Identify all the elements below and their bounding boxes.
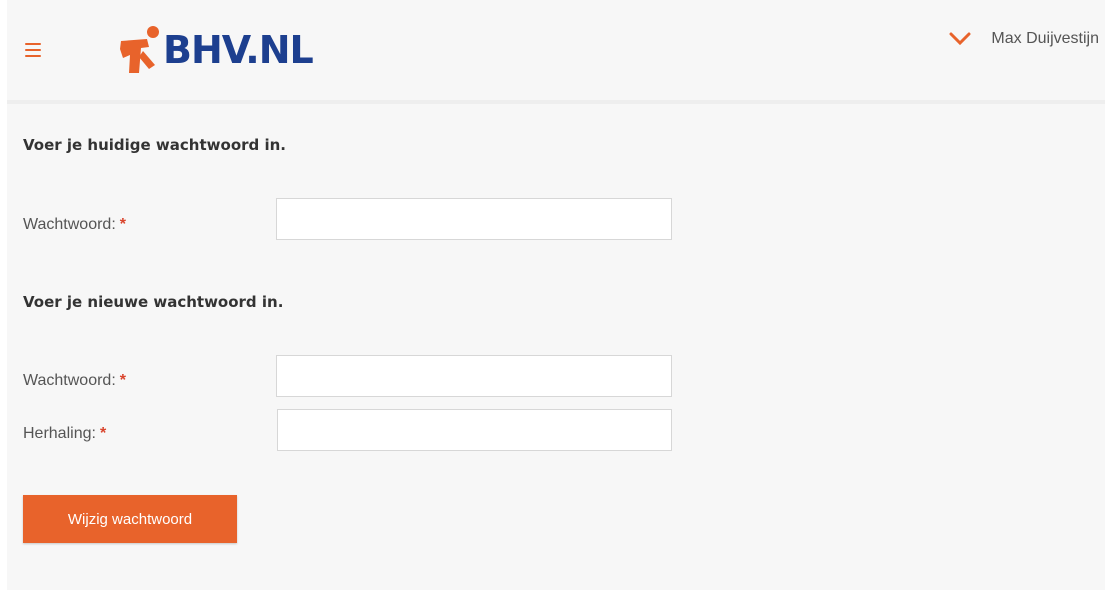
change-password-button[interactable]: Wijzig wachtwoord — [23, 495, 237, 543]
logo-text: BHV.NL — [163, 28, 314, 72]
user-name: Max Duijvestijn — [991, 30, 1099, 47]
required-marker: * — [99, 425, 107, 442]
change-password-form: Voer je huidige wachtwoord in. Wachtwoor… — [7, 104, 1105, 590]
running-person-logo-icon — [120, 26, 159, 73]
chevron-down-icon[interactable] — [949, 32, 971, 46]
top-header: BHV.NL Max Duijvestijn — [7, 0, 1105, 104]
new-password-label: Wachtwoord: * — [23, 372, 126, 390]
repeat-password-label: Herhaling: * — [23, 425, 106, 443]
new-password-label-text: Wachtwoord: — [23, 372, 116, 389]
current-password-label-text: Wachtwoord: — [23, 216, 116, 233]
required-marker: * — [119, 216, 127, 233]
user-menu[interactable]: Max Duijvestijn — [949, 30, 1099, 48]
current-password-label: Wachtwoord: * — [23, 216, 126, 234]
hamburger-menu-icon[interactable] — [25, 43, 41, 57]
current-password-section-title: Voer je huidige wachtwoord in. — [23, 136, 286, 154]
required-marker: * — [119, 372, 127, 389]
repeat-password-input[interactable] — [277, 409, 672, 451]
repeat-password-label-text: Herhaling: — [23, 425, 96, 442]
new-password-section-title: Voer je nieuwe wachtwoord in. — [23, 293, 284, 311]
new-password-input[interactable] — [276, 355, 672, 397]
current-password-input[interactable] — [276, 198, 672, 240]
bhv-logo[interactable]: BHV.NL — [117, 22, 314, 78]
